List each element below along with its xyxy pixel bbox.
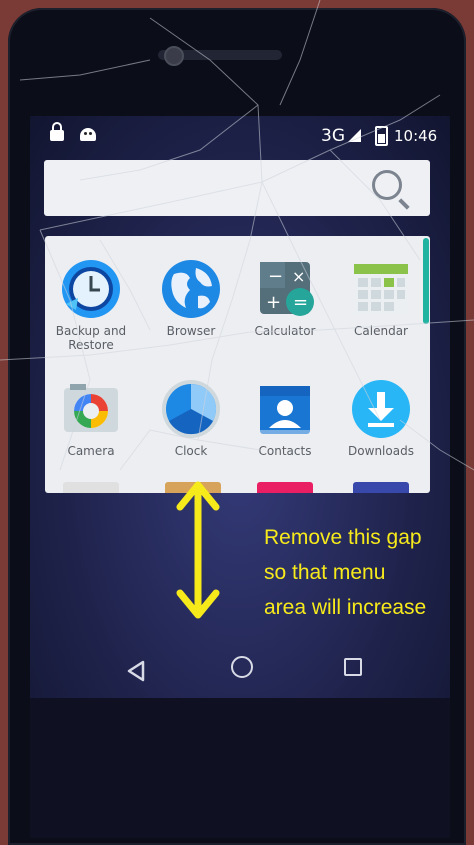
annotation-line: Remove this gap: [264, 526, 422, 549]
app-label: Browser: [166, 324, 216, 338]
app-calculator[interactable]: − × + = Calculator: [239, 258, 331, 338]
browser-globe-icon: [160, 258, 222, 320]
navigation-bar: [30, 646, 450, 690]
scroll-indicator[interactable]: [423, 238, 429, 324]
svg-text:×: ×: [292, 267, 305, 286]
annotation-line: so that menu: [264, 561, 386, 584]
recents-icon[interactable]: [344, 658, 362, 676]
app-label: Clock: [174, 444, 208, 458]
front-camera: [164, 46, 184, 66]
svg-text:−: −: [268, 266, 283, 287]
back-icon[interactable]: [126, 660, 146, 682]
network-type: 3G: [321, 126, 345, 146]
calendar-icon: [350, 258, 412, 320]
app-label: Camera: [67, 444, 115, 458]
lock-icon: [50, 122, 64, 141]
app-label: Restore: [68, 338, 114, 352]
home-icon[interactable]: [231, 656, 253, 678]
status-bar: 3G 10:46: [30, 122, 450, 148]
app-downloads[interactable]: Downloads: [335, 378, 427, 458]
signal-icon: [348, 129, 361, 142]
svg-text:=: =: [293, 292, 308, 313]
search-icon[interactable]: [372, 170, 402, 200]
app-backup-restore[interactable]: Backup and Restore: [45, 258, 137, 352]
camera-icon: [60, 378, 122, 440]
app-label: Contacts: [258, 444, 312, 458]
app-drawer[interactable]: Backup and Restore Browser − × + = Calcu…: [45, 236, 430, 493]
annotation-line: area will increase: [264, 596, 427, 619]
app-clock[interactable]: Clock: [145, 378, 237, 458]
app-label: Downloads: [348, 444, 414, 458]
search-bar[interactable]: [44, 160, 430, 216]
battery-icon: [375, 126, 388, 146]
phone-chin: [30, 698, 450, 838]
svg-text:+: +: [266, 292, 281, 313]
annotation-text: Remove this gap so that menu area will i…: [264, 520, 474, 625]
status-time: 10:46: [394, 127, 438, 145]
app-browser[interactable]: Browser: [145, 258, 237, 338]
clock-icon: [160, 378, 222, 440]
app-contacts[interactable]: Contacts: [239, 378, 331, 458]
contacts-icon: [254, 378, 316, 440]
double-arrow-icon: [176, 481, 220, 619]
android-icon: [80, 128, 96, 141]
calculator-icon: − × + =: [254, 258, 316, 320]
app-label: Backup and: [55, 324, 127, 338]
backup-restore-icon: [60, 258, 122, 320]
app-camera[interactable]: Camera: [45, 378, 137, 458]
app-label: Calculator: [254, 324, 316, 338]
downloads-icon: [350, 378, 412, 440]
app-label: Calendar: [354, 324, 408, 338]
app-calendar[interactable]: Calendar: [335, 258, 427, 338]
phone-body: 3G 10:46 Backup and Restore Browser − × …: [8, 8, 466, 845]
